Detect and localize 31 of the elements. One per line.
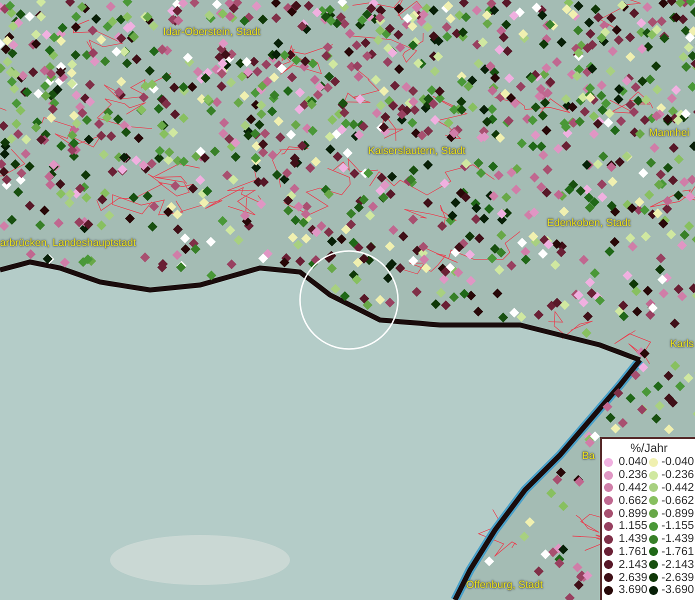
legend-value: 0.442: [618, 482, 648, 494]
legend-value: 2.143: [618, 558, 648, 571]
legend-value: -1.439: [661, 533, 694, 546]
place-label: Edenkoben, Stadt: [547, 217, 630, 229]
place-label: arbrücken, Landeshauptstadt: [0, 237, 136, 249]
place-label: Offenburg, Stadt: [466, 579, 543, 591]
legend-value: 0.899: [618, 508, 648, 520]
legend-value: 2.639: [618, 572, 648, 584]
place-label: Idar-Oberstein, Stadt: [163, 26, 260, 38]
legend-value: 3.690: [618, 584, 648, 596]
legend-value: -2.639: [661, 572, 694, 584]
legend-value: -0.899: [661, 508, 694, 520]
place-label: Mannhei: [649, 127, 690, 139]
legend-title: %/Jahr: [629, 441, 669, 455]
legend-value: -1.761: [661, 546, 694, 558]
legend-value: 0.236: [618, 469, 648, 482]
place-label: Kaiserslautern, Stadt: [368, 145, 466, 157]
legend-value: 1.439: [618, 533, 648, 546]
place-label: Karls: [670, 338, 694, 350]
legend-value: 1.155: [618, 520, 648, 532]
place-label: Ba: [582, 450, 595, 462]
legend-value: 1.761: [618, 546, 648, 558]
legend-value: -0.236: [661, 469, 694, 482]
legend-value: -0.442: [661, 482, 694, 494]
legend-value: -0.662: [661, 494, 694, 507]
legend-value: -1.155: [661, 520, 694, 532]
legend-value: 0.040: [618, 456, 648, 468]
legend-value: -2.143: [661, 558, 694, 571]
legend-value: -0.040: [661, 456, 694, 468]
legend-value: 0.662: [618, 494, 648, 507]
legend-value: -3.690: [661, 584, 694, 596]
